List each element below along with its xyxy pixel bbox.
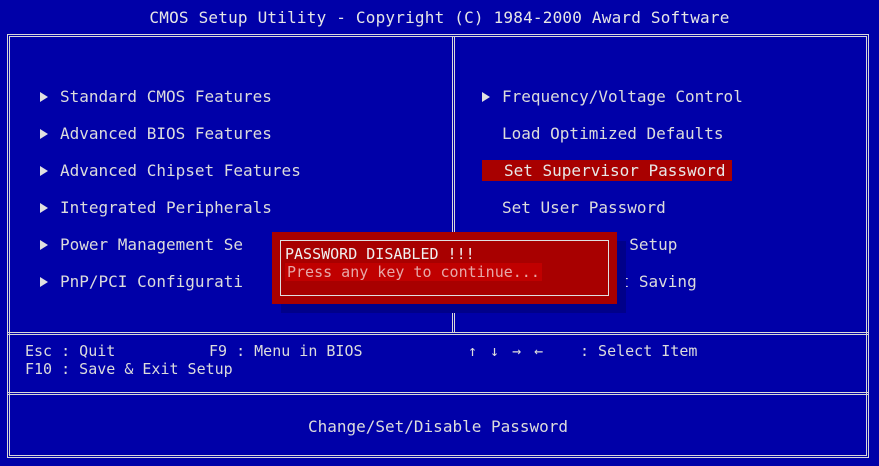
menu-item-frequency-voltage[interactable]: Frequency/Voltage Control — [482, 78, 743, 115]
menu-item-label: PnP/PCI Configurati — [60, 272, 244, 291]
key-f9-menu: F9 : Menu in BIOS — [209, 342, 363, 360]
menu-item-load-optimized-defaults[interactable]: Load Optimized Defaults — [482, 115, 743, 152]
menu-item-label: ut Saving — [610, 272, 697, 291]
menu-item-power-management[interactable]: Power Management Se — [40, 226, 301, 263]
key-esc-quit: Esc : Quit — [25, 342, 116, 360]
submenu-arrow-icon — [40, 202, 48, 213]
menu-item-label: Advanced Chipset Features — [60, 161, 301, 180]
arrow-keys-icon: ↑ ↓ → ← — [468, 342, 546, 360]
status-help-text: Change/Set/Disable Password — [307, 417, 569, 436]
submenu-arrow-icon — [40, 128, 48, 139]
menu-item-label: Load Optimized Defaults — [502, 124, 724, 143]
menu-item-label: Frequency/Voltage Control — [502, 87, 743, 106]
menu-item-label: t Setup — [610, 235, 678, 254]
menu-item-label: Set Supervisor Password — [482, 160, 732, 181]
submenu-arrow-icon — [40, 276, 48, 287]
menu-item-advanced-bios[interactable]: Advanced BIOS Features — [40, 115, 301, 152]
menu-item-set-supervisor-password[interactable]: Set Supervisor Password — [482, 152, 743, 189]
password-dialog[interactable]: PASSWORD DISABLED !!! Press any key to c… — [272, 232, 617, 304]
menu-item-advanced-chipset[interactable]: Advanced Chipset Features — [40, 152, 301, 189]
menu-item-label: Advanced BIOS Features — [60, 124, 272, 143]
key-f10-save-exit: F10 : Save & Exit Setup — [25, 360, 233, 378]
key-select-item: : Select Item — [580, 342, 698, 360]
menu-item-label: Standard CMOS Features — [60, 87, 272, 106]
menu-item-pnp-pci[interactable]: PnP/PCI Configurati — [40, 263, 301, 300]
menu-item-standard-cmos[interactable]: Standard CMOS Features — [40, 78, 301, 115]
submenu-arrow-icon — [482, 91, 490, 102]
dialog-prompt: Press any key to continue... — [285, 263, 542, 281]
submenu-arrow-icon — [40, 91, 48, 102]
left-menu: Standard CMOS Features Advanced BIOS Fea… — [40, 78, 301, 300]
dialog-message: PASSWORD DISABLED !!! — [285, 245, 475, 263]
menu-item-set-user-password[interactable]: Set User Password — [482, 189, 743, 226]
menu-item-integrated-peripherals[interactable]: Integrated Peripherals — [40, 189, 301, 226]
submenu-arrow-icon — [40, 165, 48, 176]
menu-divider — [7, 332, 869, 335]
menu-item-label: Integrated Peripherals — [60, 198, 272, 217]
window-title: CMOS Setup Utility - Copyright (C) 1984-… — [149, 7, 730, 27]
menu-item-label: Set User Password — [502, 198, 666, 217]
submenu-arrow-icon — [40, 239, 48, 250]
menu-item-label: Power Management Se — [60, 235, 244, 254]
